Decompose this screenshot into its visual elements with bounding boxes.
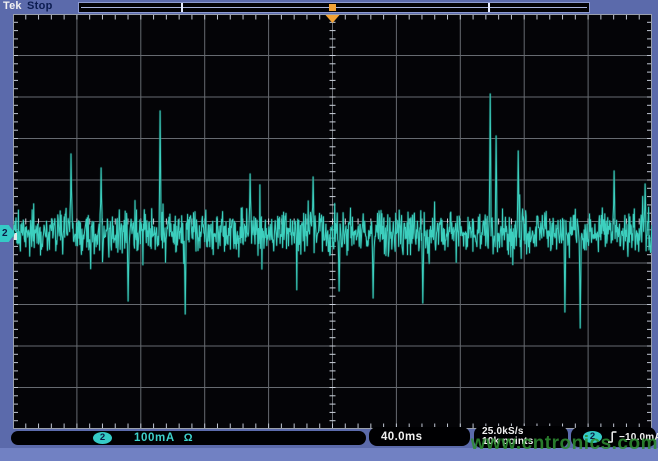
record-window-left-bracket: [181, 3, 183, 12]
acquisition-status-label: Stop: [27, 0, 53, 12]
trigger-position-icon[interactable]: [326, 15, 340, 23]
timebase-scale-value: 40.0ms: [381, 431, 422, 443]
graticule: [13, 14, 652, 429]
channel2-badge: 2: [93, 432, 112, 444]
tek-logo: Tek: [3, 0, 22, 12]
record-view-bar[interactable]: [78, 2, 590, 13]
channel2-coupling-value: Ω: [184, 432, 193, 444]
header-bar: Tek Stop: [0, 0, 658, 14]
channel2-readout[interactable]: 2 100mA Ω: [11, 431, 366, 445]
waveform-display: [13, 14, 652, 429]
timebase-readout[interactable]: 40.0ms: [369, 427, 470, 446]
record-window-right-bracket: [488, 3, 490, 12]
oscilloscope-screen: Tek Stop 2 2 100mA Ω 40.0ms 25.0kS/s 10k…: [0, 0, 658, 461]
channel2-marker-label: 2: [2, 228, 8, 239]
watermark-text: www.cntronics.com: [471, 433, 658, 455]
channel2-scale-value: 100mA: [134, 432, 175, 444]
record-trigger-position-icon: [329, 4, 336, 11]
